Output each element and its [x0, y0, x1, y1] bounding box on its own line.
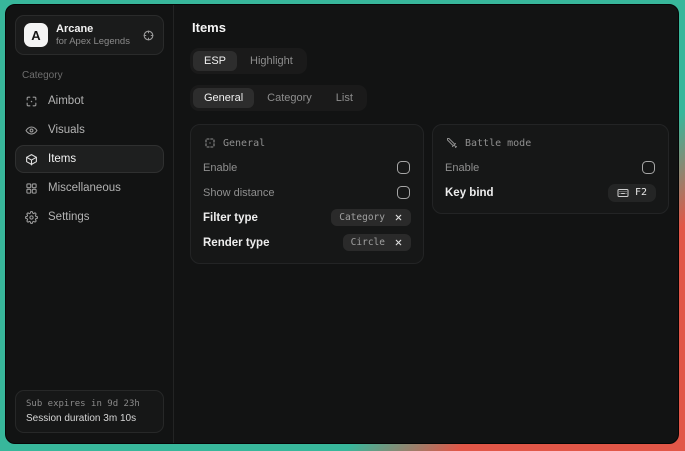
- render-type-label: Render type: [203, 237, 269, 249]
- target-icon[interactable]: [142, 29, 155, 42]
- battle-enable-checkbox[interactable]: [642, 161, 655, 174]
- filter-type-label: Filter type: [203, 212, 258, 224]
- app-logo: A: [24, 23, 48, 47]
- enable-label: Enable: [203, 162, 237, 174]
- sidebar-item-label: Settings: [48, 211, 90, 223]
- enable-checkbox[interactable]: [397, 161, 410, 174]
- filter-type-row: Filter type Category: [203, 205, 411, 230]
- sidebar-item-visuals[interactable]: Visuals: [15, 116, 164, 144]
- filter-type-value: Category: [339, 212, 385, 223]
- key-bind-value: F2: [635, 187, 647, 198]
- sidebar-item-aimbot[interactable]: Aimbot: [15, 87, 164, 115]
- panels-row: General Enable Show distance Filter type…: [190, 124, 669, 264]
- render-type-select[interactable]: Circle: [343, 234, 411, 251]
- general-panel-header: General: [204, 137, 411, 149]
- tab-highlight[interactable]: Highlight: [239, 51, 304, 71]
- sidebar-nav: Aimbot Visuals: [15, 87, 164, 231]
- eye-icon: [25, 124, 38, 137]
- subscription-card: Sub expires in 9d 23h Session duration 3…: [15, 390, 164, 433]
- general-panel: General Enable Show distance Filter type…: [190, 124, 424, 264]
- render-type-row: Render type Circle: [203, 230, 411, 255]
- crosshair-icon: [25, 95, 38, 108]
- dashed-frame-icon: [204, 137, 216, 149]
- tab-esp[interactable]: ESP: [193, 51, 237, 71]
- sidebar-item-miscellaneous[interactable]: Miscellaneous: [15, 174, 164, 202]
- battle-enable-row: Enable: [445, 155, 656, 180]
- clear-icon[interactable]: [394, 238, 403, 247]
- app-title: Arcane: [56, 23, 130, 35]
- sub-expires-text: Sub expires in 9d 23h: [26, 399, 153, 409]
- sword-icon: [446, 137, 458, 149]
- show-distance-row: Show distance: [203, 180, 411, 205]
- show-distance-label: Show distance: [203, 187, 275, 199]
- arcane-window: A Arcane for Apex Legends Category: [5, 4, 679, 444]
- panel-title: General: [223, 138, 265, 149]
- key-bind-row: Key bind F2: [445, 180, 656, 205]
- sidebar-item-label: Aimbot: [48, 95, 84, 107]
- keyboard-icon: [617, 187, 629, 199]
- render-type-value: Circle: [351, 237, 385, 248]
- sidebar: A Arcane for Apex Legends Category: [6, 5, 174, 443]
- key-bind-button[interactable]: F2: [608, 184, 656, 202]
- sidebar-item-label: Items: [48, 153, 76, 165]
- app-meta: Arcane for Apex Legends: [56, 23, 130, 47]
- desktop-background: A Arcane for Apex Legends Category: [0, 0, 685, 451]
- app-subtitle: for Apex Legends: [56, 36, 130, 47]
- panel-title: Battle mode: [465, 138, 531, 149]
- sidebar-item-label: Miscellaneous: [48, 182, 121, 194]
- gear-icon: [25, 211, 38, 224]
- sidebar-item-label: Visuals: [48, 124, 85, 136]
- sidebar-item-items[interactable]: Items: [15, 145, 164, 173]
- sidebar-section-label: Category: [22, 70, 164, 81]
- tab-general[interactable]: General: [193, 88, 254, 108]
- clear-icon[interactable]: [394, 213, 403, 222]
- package-icon: [25, 153, 38, 166]
- show-distance-checkbox[interactable]: [397, 186, 410, 199]
- tab-list[interactable]: List: [325, 88, 364, 108]
- battle-panel-header: Battle mode: [446, 137, 656, 149]
- main-content: Items ESP Highlight General Category Lis…: [174, 5, 679, 443]
- battle-mode-panel: Battle mode Enable Key bind: [432, 124, 669, 214]
- tab-category[interactable]: Category: [256, 88, 323, 108]
- page-title: Items: [192, 20, 669, 35]
- sidebar-item-settings[interactable]: Settings: [15, 203, 164, 231]
- view-tab-group: General Category List: [190, 85, 367, 111]
- grid-icon: [25, 182, 38, 195]
- app-header-card: A Arcane for Apex Legends: [15, 15, 164, 55]
- key-bind-label: Key bind: [445, 187, 494, 199]
- mode-tab-group: ESP Highlight: [190, 48, 307, 74]
- enable-row: Enable: [203, 155, 411, 180]
- filter-type-select[interactable]: Category: [331, 209, 411, 226]
- session-duration-text: Session duration 3m 10s: [26, 413, 153, 424]
- battle-enable-label: Enable: [445, 162, 479, 174]
